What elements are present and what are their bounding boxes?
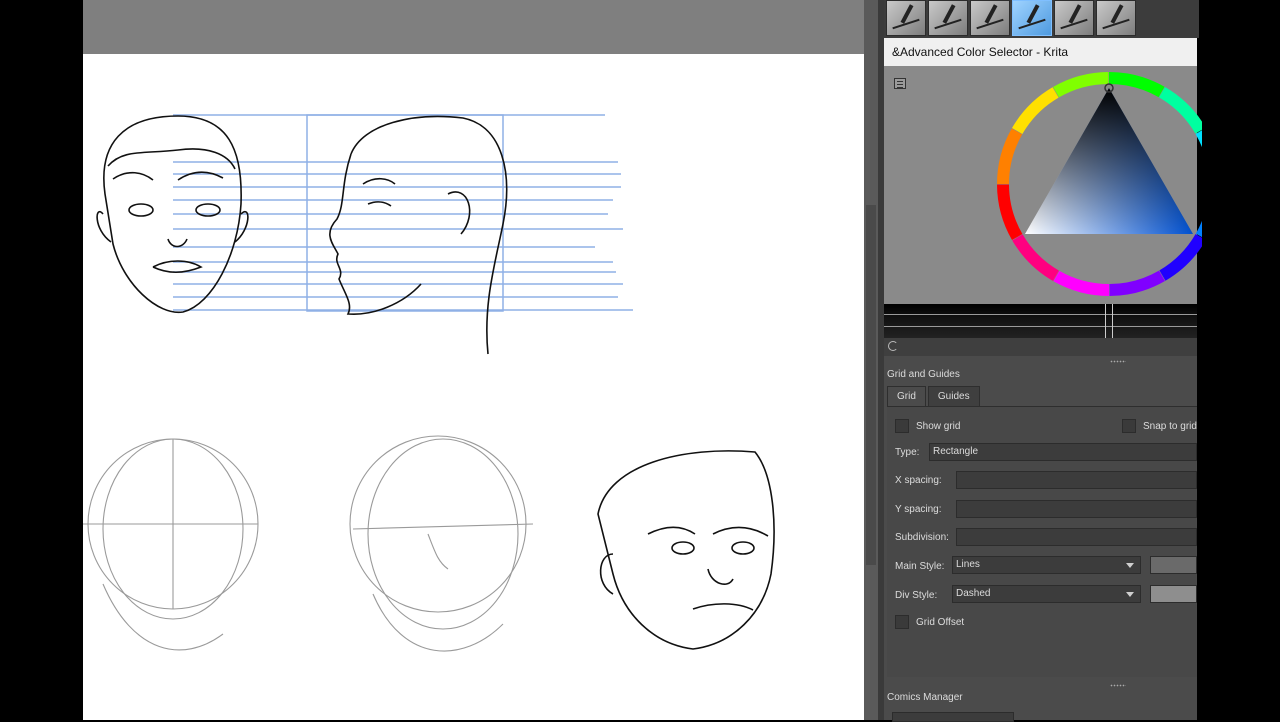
subdivision-row: Subdivision:: [895, 527, 949, 547]
brush-preset-ink[interactable]: [928, 0, 968, 36]
male-face-sketch: [597, 450, 775, 650]
stroke-icon: [934, 18, 962, 30]
main-style-label: Main Style:: [895, 560, 945, 572]
subdivision-input[interactable]: [956, 528, 1197, 546]
comics-manager-title: Comics Manager: [887, 692, 963, 703]
x-spacing-input[interactable]: [956, 471, 1197, 489]
main-style-color[interactable]: [1150, 556, 1197, 574]
y-spacing-label: Y spacing:: [895, 503, 942, 515]
tab-guides[interactable]: Guides: [927, 386, 980, 407]
hue-wheel[interactable]: [992, 68, 1202, 304]
brush-preset-brushpen[interactable]: [1096, 0, 1136, 36]
profile-face-sketch: [329, 115, 508, 355]
grid-offset-label: Grid Offset: [916, 616, 965, 628]
color-selector-title: &Advanced Color Selector - Krita: [884, 38, 1197, 66]
chevron-down-icon: [1126, 592, 1134, 597]
stroke-icon: [1060, 18, 1088, 30]
main-style-value: Lines: [956, 559, 980, 570]
div-style-row: Div Style:: [895, 585, 937, 605]
show-grid-row[interactable]: Show grid: [895, 416, 960, 436]
comics-manager-selector[interactable]: [892, 712, 1014, 722]
docker-grip-handle[interactable]: [1110, 684, 1126, 687]
canvas-scrollbar-thumb[interactable]: [866, 205, 876, 565]
subdivision-label: Subdivision:: [895, 531, 949, 543]
x-spacing-row: X spacing:: [895, 470, 942, 490]
grid-offset-checkbox[interactable]: [895, 615, 909, 629]
main-style-row: Main Style:: [895, 556, 944, 576]
brush-presets-strip: [884, 0, 1199, 38]
color-selector-body: [884, 66, 1202, 304]
pencil-sketches: [83, 435, 534, 652]
x-spacing-label: X spacing:: [895, 474, 942, 486]
color-history-strip[interactable]: [884, 304, 1197, 338]
stroke-icon: [892, 18, 920, 30]
brush-preset-fineliner[interactable]: [1054, 0, 1094, 36]
type-row: Type:: [895, 442, 919, 462]
brush-preset-selected[interactable]: [1012, 0, 1052, 36]
canvas-backdrop: [83, 0, 864, 54]
color-selector-footer: [884, 338, 1197, 356]
div-style-select[interactable]: Dashed: [952, 585, 1141, 603]
snap-to-grid-label: Snap to grid: [1143, 420, 1197, 432]
grid-offset-row[interactable]: Grid Offset: [895, 612, 964, 632]
letterbox-left: [0, 0, 83, 720]
type-select[interactable]: Rectangle: [929, 443, 1197, 461]
brush-preset-calligraphy[interactable]: [970, 0, 1010, 36]
main-style-select[interactable]: Lines: [952, 556, 1141, 574]
div-style-value: Dashed: [956, 588, 991, 599]
grid-guides-tabs: Grid Guides: [887, 386, 982, 407]
chevron-down-icon: [1126, 563, 1134, 568]
brush-preset-pencil[interactable]: [886, 0, 926, 36]
tab-grid[interactable]: Grid: [887, 386, 926, 407]
settings-menu-icon[interactable]: [894, 78, 906, 89]
grid-guides-title: Grid and Guides: [887, 369, 960, 380]
history-marker: [1105, 304, 1113, 338]
docker-grip-handle[interactable]: [1110, 360, 1126, 363]
div-style-color[interactable]: [1150, 585, 1197, 603]
drawing-canvas[interactable]: [83, 54, 864, 720]
div-style-label: Div Style:: [895, 589, 938, 601]
stroke-icon: [1102, 18, 1130, 30]
letterbox-right: [1197, 0, 1280, 720]
show-grid-checkbox[interactable]: [895, 419, 909, 433]
y-spacing-row: Y spacing:: [895, 499, 942, 519]
stroke-icon: [976, 18, 1004, 30]
refresh-icon[interactable]: [888, 341, 898, 351]
right-docker: &Advanced Color Selector - Krita Grid an…: [884, 0, 1202, 722]
stroke-icon: [1018, 18, 1046, 30]
snap-to-grid-checkbox[interactable]: [1122, 419, 1136, 433]
show-grid-label: Show grid: [916, 420, 961, 432]
type-label: Type:: [895, 446, 920, 458]
sketch-artwork: [83, 114, 775, 652]
snap-to-grid-row[interactable]: Snap to grid: [1122, 416, 1197, 436]
y-spacing-input[interactable]: [956, 500, 1197, 518]
grid-settings-panel: Show grid Snap to grid Type: Rectangle X…: [887, 406, 1197, 677]
